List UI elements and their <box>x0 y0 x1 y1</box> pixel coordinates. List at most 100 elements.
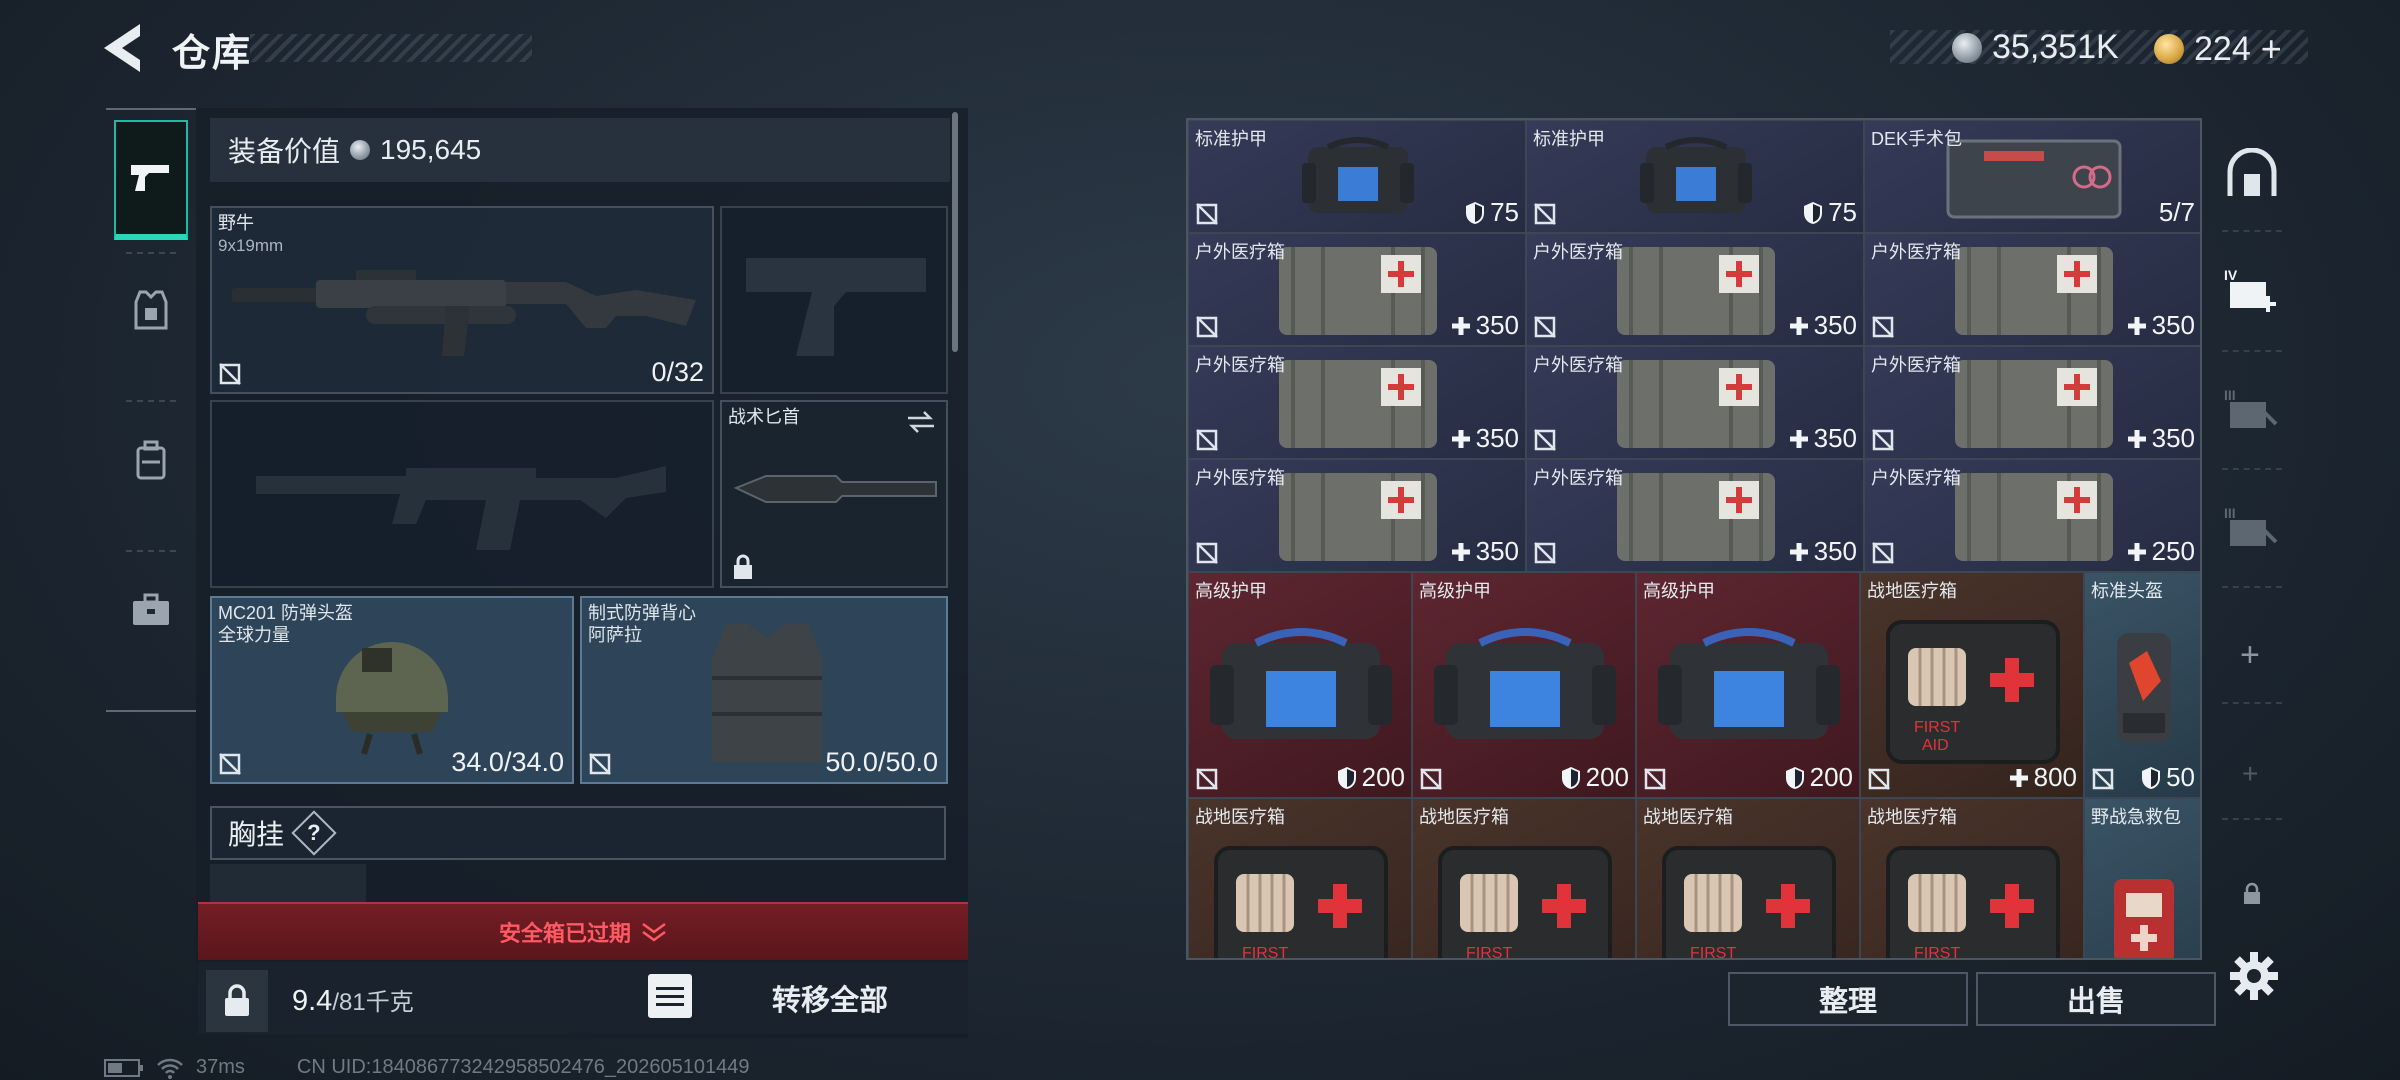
smallkit-item-icon <box>2104 859 2184 958</box>
tab-case[interactable] <box>114 560 188 660</box>
plus-icon <box>1450 315 1472 337</box>
silver-coin-icon <box>350 140 371 160</box>
storage-item[interactable]: 户外医疗箱 350 <box>1188 346 1526 459</box>
add-currency-icon[interactable]: + <box>2261 28 2282 70</box>
storage-tab-3b[interactable]: III <box>2224 506 2282 556</box>
secondary-weapon-slot[interactable] <box>210 400 714 588</box>
helmet-slot[interactable]: MC201 防弹头盔 全球力量 34.0/34.0 <box>210 596 574 784</box>
item-value-text: 350 <box>1475 536 1519 566</box>
swap-icon[interactable] <box>906 410 936 434</box>
chest-rig-slot[interactable] <box>210 864 366 904</box>
sell-button[interactable]: 出售 <box>1976 972 2216 1026</box>
storage-item[interactable]: 户外医疗箱 350 <box>1526 346 1864 459</box>
back-button[interactable] <box>100 20 150 76</box>
help-icon[interactable]: ? <box>291 810 337 856</box>
storage-item[interactable]: 户外医疗箱 350 <box>1526 459 1864 572</box>
storage-item[interactable]: FIRSTAID 战地医疗箱 <box>1412 798 1636 960</box>
pouch-item-icon <box>1273 354 1443 454</box>
storage-item[interactable]: 高级护甲 200 <box>1188 572 1412 798</box>
no-durability-icon <box>218 362 242 386</box>
add-storage-icon[interactable]: + <box>2240 636 2260 675</box>
primary-weapon-slot[interactable]: 野牛 9x19mm 0/32 <box>210 206 714 394</box>
item-name: 战地医疗箱 <box>1643 807 1733 827</box>
item-value-text: 350 <box>1813 310 1857 340</box>
storage-tab-4[interactable]: IV <box>2224 268 2282 318</box>
no-durability-icon <box>588 752 612 776</box>
tab-weapons[interactable] <box>114 120 188 240</box>
padlock-icon <box>225 984 249 1016</box>
storage-item[interactable]: 户外医疗箱 350 <box>1526 233 1864 346</box>
storage-item[interactable]: 户外医疗箱 350 <box>1188 233 1526 346</box>
silver-amount: 35,351K <box>1992 28 2119 66</box>
item-value: 350 <box>2126 310 2195 341</box>
item-name: 户外医疗箱 <box>1871 468 1961 488</box>
storage-item[interactable]: FIRST AID 战地医疗箱 800 <box>1860 572 2084 798</box>
shield-icon <box>1336 766 1358 790</box>
gold-coin-icon <box>2154 34 2184 64</box>
storage-item[interactable]: FIRSTAID 战地医疗箱 <box>1636 798 1860 958</box>
safebox-expired-text: 安全箱已过期 <box>498 921 631 946</box>
item-value: 350 <box>1450 423 1519 454</box>
sidearm-slot[interactable] <box>720 206 948 394</box>
storage-item[interactable]: DEK手术包 5/7 <box>1864 120 2200 233</box>
lock-icon <box>734 554 752 579</box>
pouch-item-icon <box>1273 241 1443 341</box>
storage-home-tab[interactable] <box>2226 148 2278 200</box>
tab-backpack[interactable] <box>114 410 188 510</box>
item-name: 野战急救包 <box>2091 807 2181 827</box>
storage-box-icon: III <box>2224 388 2278 428</box>
storage-tab-3a[interactable]: III <box>2224 388 2282 438</box>
weight-lock-button[interactable] <box>206 970 268 1032</box>
tab-armor[interactable] <box>114 260 188 360</box>
item-name: 户外医疗箱 <box>1533 468 1623 488</box>
pistol-silhouette-icon <box>746 258 926 356</box>
storage-item[interactable]: 户外医疗箱 250 <box>1864 459 2200 572</box>
safebox-expired-banner[interactable]: 安全箱已过期 <box>198 902 968 960</box>
storage-item[interactable]: 户外医疗箱 350 <box>1864 233 2200 346</box>
bizon-smg-icon <box>232 270 696 356</box>
briefcase-icon <box>133 593 169 625</box>
chest-rig-section[interactable]: 胸挂 ? <box>210 806 946 860</box>
storage-item[interactable]: 高级护甲 200 <box>1636 572 1860 798</box>
vest-icon <box>134 290 168 330</box>
storage-item[interactable]: 户外医疗箱 350 <box>1188 459 1526 572</box>
armor-slot[interactable]: 制式防弹背心 阿萨拉 50.0/50.0 <box>580 596 948 784</box>
back-arrow-icon <box>104 24 140 72</box>
transfer-all-button[interactable]: 转移全部 <box>740 974 920 1022</box>
settings-button[interactable] <box>2228 950 2280 1002</box>
storage-item[interactable]: 户外医疗箱 350 <box>1864 346 2200 459</box>
plus-icon <box>2126 428 2148 450</box>
uid: CN UID:18408677324295850​2476_2026051014… <box>296 1056 750 1078</box>
locked-storage-tab[interactable] <box>2242 882 2262 906</box>
item-value-text: 350 <box>2151 423 2195 453</box>
silver-currency[interactable]: 35,351K <box>1952 28 2119 67</box>
melee-slot[interactable]: 战术匕首 <box>720 400 948 588</box>
storage-item[interactable]: 高级护甲 200 <box>1412 572 1636 798</box>
gold-currency[interactable]: 224 + <box>2154 28 2282 70</box>
storage-item[interactable]: 野战急救包 <box>2084 798 2200 958</box>
list-view-button[interactable] <box>648 974 692 1018</box>
item-value-text: 200 <box>1361 762 1405 792</box>
loadout-scrollbar[interactable] <box>952 112 958 352</box>
svg-text:FIRST: FIRST <box>1466 945 1512 960</box>
item-value-text: 75 <box>1828 197 1857 227</box>
item-value-text: 50 <box>2166 762 2195 792</box>
vault-icon <box>2227 148 2277 196</box>
storage-item[interactable]: 标准护甲 75 <box>1188 120 1526 233</box>
helmet-brand: 全球力量 <box>218 625 290 645</box>
firstaid-item-icon: FIRSTAID <box>1878 834 2068 958</box>
item-name: 战地医疗箱 <box>1867 581 1957 601</box>
item-value: 75 <box>1464 197 1519 228</box>
no-durability-icon <box>1533 541 1557 565</box>
svg-text:IV: IV <box>2224 268 2238 283</box>
storage-item[interactable]: FIRSTAID 战地医疗箱 <box>1188 798 1412 960</box>
item-name: 高级护甲 <box>1643 581 1715 601</box>
svg-text:FIRST: FIRST <box>1242 945 1288 960</box>
firstaid-item-icon: FIRSTAID <box>1430 834 1620 960</box>
sort-button[interactable]: 整理 <box>1728 972 1968 1026</box>
storage-item[interactable]: 标准护甲 75 <box>1526 120 1864 233</box>
storage-item[interactable]: 标准头盔 50 <box>2084 572 2200 798</box>
storage-item[interactable]: FIRSTAID 战地医疗箱 <box>1860 798 2084 958</box>
helmet-durability: 34.0/34.0 <box>451 747 564 777</box>
rifle-silhouette-icon <box>256 466 666 550</box>
